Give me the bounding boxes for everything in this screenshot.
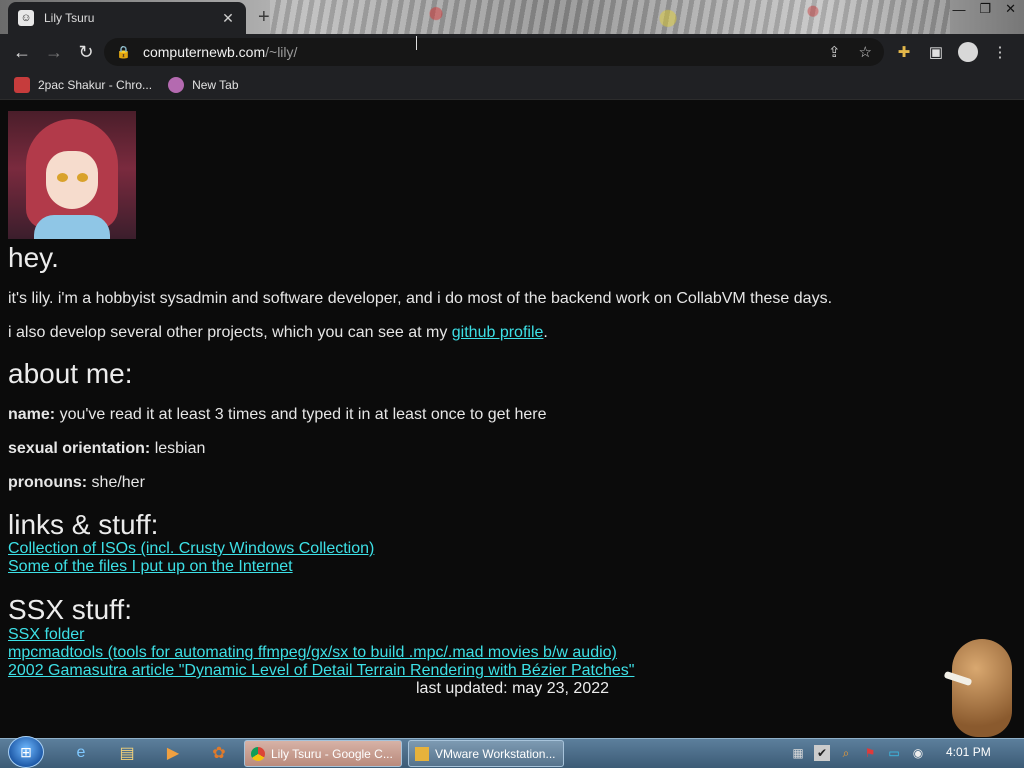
about-key: pronouns: bbox=[8, 474, 88, 491]
bookmark-favicon-icon bbox=[168, 76, 185, 93]
heading-hey: hey. bbox=[8, 242, 59, 273]
flag-icon[interactable]: ⚑ bbox=[862, 745, 878, 761]
tray-app-icon[interactable]: ▦ bbox=[790, 745, 806, 761]
media-player-icon[interactable]: ▶ bbox=[160, 741, 186, 765]
extensions-puzzle-icon[interactable]: ✚ bbox=[894, 42, 914, 62]
internet-explorer-icon[interactable]: e bbox=[68, 741, 94, 765]
link-mpcmadtools[interactable]: mpcmadtools (tools for automating ffmpeg… bbox=[8, 644, 617, 662]
taskbar-clock[interactable]: 4:01 PM bbox=[946, 745, 991, 759]
taskbar-task-label: VMware Workstation... bbox=[435, 746, 556, 761]
display-icon[interactable]: ▭ bbox=[886, 745, 902, 761]
about-key: name: bbox=[8, 406, 56, 423]
tray-check-icon[interactable]: ✔ bbox=[814, 745, 830, 761]
bookmark-item[interactable]: 2pac Shakur - Chro... bbox=[14, 76, 153, 93]
minimize-icon[interactable]: — bbox=[952, 2, 965, 17]
intro-suffix: . bbox=[543, 324, 548, 341]
heading-about-me: about me: bbox=[8, 358, 133, 389]
last-updated-text: last updated: may 23, 2022 bbox=[416, 680, 610, 697]
url-host: computernewb.com bbox=[142, 44, 266, 60]
github-profile-link[interactable]: github profile bbox=[452, 324, 544, 341]
about-row-pronouns: pronouns: she/her bbox=[8, 474, 145, 492]
profile-avatar-icon[interactable] bbox=[958, 42, 978, 62]
menu-kebab-icon[interactable]: ⋮ bbox=[990, 42, 1010, 62]
bookmark-label: 2pac Shakur - Chro... bbox=[38, 77, 153, 92]
about-value: you've read it at least 3 times and type… bbox=[55, 406, 547, 423]
vmware-icon bbox=[415, 746, 429, 761]
side-panel-icon[interactable]: ▣ bbox=[926, 42, 946, 62]
system-tray: ▦ ✔ ⌕ ⚑ ▭ ◉ bbox=[790, 742, 926, 764]
paint-icon[interactable]: ✿ bbox=[206, 741, 232, 765]
taskbar-task-chrome[interactable]: Lily Tsuru - Google C... bbox=[244, 740, 402, 767]
back-arrow-icon[interactable]: ← bbox=[6, 36, 38, 68]
intro-paragraph-github: i also develop several other projects, w… bbox=[8, 324, 548, 342]
bookmark-star-icon[interactable]: ☆ bbox=[859, 43, 872, 61]
link-files[interactable]: Some of the files I put up on the Intern… bbox=[8, 558, 293, 576]
text-cursor-icon bbox=[416, 36, 424, 50]
link-gamasutra-article[interactable]: 2002 Gamasutra article "Dynamic Level of… bbox=[8, 662, 634, 680]
link-ssx-folder[interactable]: SSX folder bbox=[8, 626, 84, 644]
volume-icon[interactable]: ◉ bbox=[910, 745, 926, 761]
intro-paragraph: it's lily. i'm a hobbyist sysadmin and s… bbox=[8, 290, 833, 307]
forward-arrow-icon[interactable]: → bbox=[38, 36, 70, 68]
hamster-image bbox=[942, 631, 1018, 737]
tab-title: Lily Tsuru bbox=[44, 11, 95, 25]
start-button[interactable]: ⊞ bbox=[8, 736, 44, 768]
taskbar-task-vmware[interactable]: VMware Workstation... bbox=[408, 740, 564, 767]
about-row-name: name: you've read it at least 3 times an… bbox=[8, 406, 546, 424]
link-iso-collection[interactable]: Collection of ISOs (incl. Crusty Windows… bbox=[8, 540, 374, 558]
bookmarks-bar: 2pac Shakur - Chro... New Tab bbox=[0, 70, 1024, 100]
bookmark-favicon-icon bbox=[14, 76, 30, 93]
tab-favicon-icon: ☺ bbox=[18, 10, 34, 26]
about-key: sexual orientation: bbox=[8, 440, 151, 457]
tab-strip: ☺ Lily Tsuru ✕ + — ❐ ✕ bbox=[0, 0, 1024, 34]
browser-tab-active[interactable]: ☺ Lily Tsuru ✕ bbox=[8, 2, 246, 34]
reload-icon[interactable]: ↻ bbox=[70, 36, 102, 68]
window-controls: — ❐ ✕ bbox=[952, 0, 1016, 18]
profile-picture bbox=[8, 111, 136, 239]
toolbar-actions: ✚ ▣ ⋮ bbox=[894, 38, 1010, 66]
tab-close-icon[interactable]: ✕ bbox=[220, 10, 236, 27]
about-row-orientation: sexual orientation: lesbian bbox=[8, 440, 205, 458]
share-icon[interactable]: ⇪ bbox=[828, 43, 841, 61]
url-path: /~lily/ bbox=[265, 44, 298, 60]
new-tab-icon[interactable]: + bbox=[258, 6, 270, 29]
taskbar-task-label: Lily Tsuru - Google C... bbox=[271, 746, 393, 761]
about-value: she/her bbox=[87, 474, 145, 491]
heading-links: links & stuff: bbox=[8, 509, 159, 540]
window-close-icon[interactable]: ✕ bbox=[1005, 1, 1016, 17]
tray-search-icon[interactable]: ⌕ bbox=[838, 745, 854, 761]
address-bar[interactable]: 🔒 computernewb.com /~lily/ ⇪ ☆ bbox=[104, 38, 884, 66]
heading-ssx: SSX stuff: bbox=[8, 594, 132, 625]
web-page: hey. it's lily. i'm a hobbyist sysadmin … bbox=[0, 101, 1024, 738]
bookmark-item[interactable]: New Tab bbox=[168, 76, 239, 93]
chrome-icon bbox=[251, 746, 265, 761]
lock-icon[interactable]: 🔒 bbox=[116, 45, 131, 59]
about-value: lesbian bbox=[150, 440, 206, 457]
intro-text: i also develop several other projects, w… bbox=[8, 324, 452, 341]
bookmark-label: New Tab bbox=[192, 77, 239, 92]
wallpaper-paint-splashes bbox=[320, 4, 900, 28]
file-explorer-icon[interactable]: ▤ bbox=[114, 741, 140, 765]
restore-icon[interactable]: ❐ bbox=[979, 1, 991, 17]
